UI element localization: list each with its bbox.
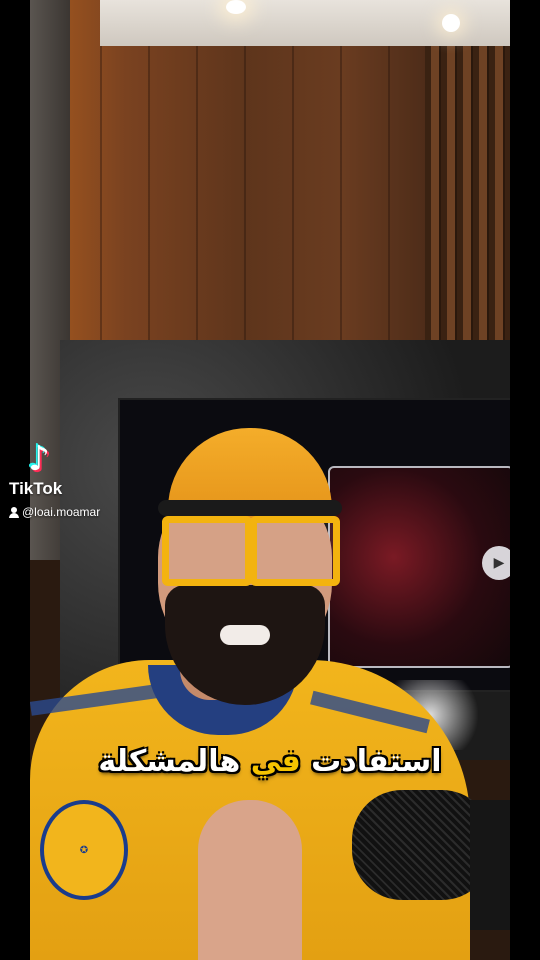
caption-text: هالمشكلة xyxy=(98,744,251,779)
video-post[interactable]: ▶ ✪ ♪ TikTok @loai.moamar استفادت في هال… xyxy=(0,0,540,960)
hand xyxy=(198,800,302,960)
glasses-lens xyxy=(162,516,252,586)
mouth xyxy=(220,625,270,645)
microphone-body xyxy=(470,800,510,930)
play-icon[interactable]: ▶ xyxy=(482,546,510,580)
ceiling-light xyxy=(226,0,246,14)
subtitle-caption: استفادت في هالمشكلة xyxy=(0,744,540,779)
tiktok-note-icon: ♪ xyxy=(28,439,50,479)
ceiling-light xyxy=(442,14,460,32)
cap-brim xyxy=(158,500,342,516)
username[interactable]: @loai.moamar xyxy=(22,505,100,519)
creator-handle[interactable]: @loai.moamar xyxy=(9,505,100,519)
tiktok-wordmark: TikTok xyxy=(9,479,63,498)
user-icon xyxy=(9,506,19,518)
caption-highlight: في xyxy=(250,744,301,779)
wood-slats xyxy=(425,40,510,370)
caption-text: استفادت xyxy=(300,744,442,779)
club-badge-icon: ✪ xyxy=(40,800,128,900)
video-frame[interactable]: ▶ ✪ xyxy=(30,0,510,960)
yellow-glasses xyxy=(162,516,340,586)
glasses-lens xyxy=(250,516,340,586)
